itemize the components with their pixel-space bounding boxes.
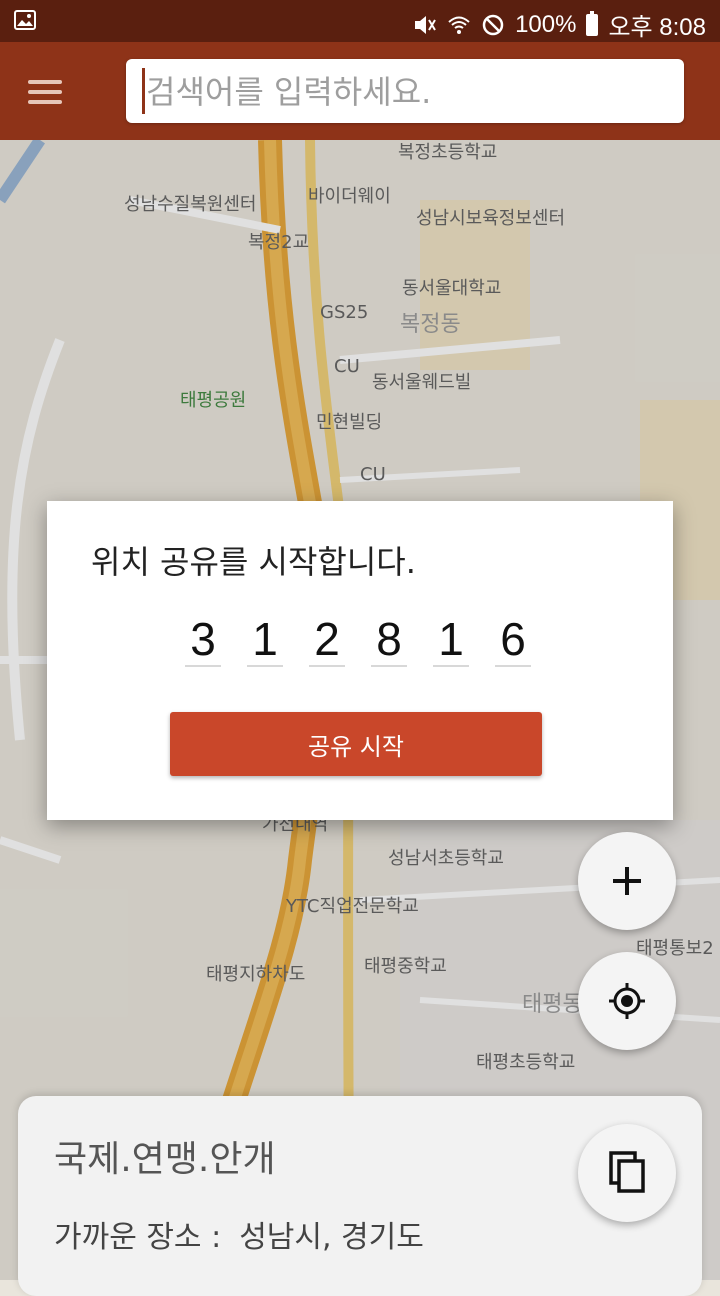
map-label: 복정동 [400,312,461,337]
map-label: CU [360,464,386,485]
map-label: 동서울웨드빌 [372,372,472,393]
code-digit: 3 [185,613,221,667]
map-label: 태평중학교 [364,956,447,977]
crosshair-icon [609,983,645,1019]
do-not-disturb-icon [481,13,505,37]
app-bar [0,42,720,140]
map-label: 성남서초등학교 [388,848,504,869]
map-label: GS25 [320,302,369,323]
map-label: 바이더웨이 [308,186,391,207]
nearby-value: 성남시, 경기도 [239,1220,424,1255]
map-label: CU [334,356,360,377]
map-label: 태평초등학교 [476,1052,576,1073]
map-label: YTC직업전문학교 [286,896,419,917]
code-digit: 6 [495,613,531,667]
search-input[interactable] [126,59,668,125]
mute-icon [413,13,437,37]
location-words: 국제.연맹.안개 [54,1139,276,1180]
menu-button[interactable] [28,74,68,108]
battery-percent: 100% [515,10,577,38]
code-digit: 1 [247,613,283,667]
status-bar: 100% 오후 8:08 [0,0,720,42]
map-label: 태평동 [522,992,583,1017]
map-label: 민현빌딩 [316,412,383,433]
copy-button[interactable] [578,1124,676,1222]
gallery-notification-icon [14,9,38,31]
map-label: 태평지하차도 [206,964,306,985]
search-box[interactable] [126,59,684,125]
status-icons: 100% 오후 8:08 [413,7,706,42]
code-digit: 1 [433,613,469,667]
map-label: 복정2교 [248,232,310,253]
my-location-button[interactable] [578,952,676,1050]
map-label: 태평공원 [180,390,247,411]
hamburger-icon [28,80,62,84]
map-label: 복정초등학교 [398,142,498,163]
code-digit: 2 [309,613,345,667]
copy-icon [609,1151,645,1193]
clock: 오후 8:08 [608,14,706,41]
dialog-title: 위치 공유를 시작합니다. [91,543,416,581]
zoom-in-button[interactable] [578,832,676,930]
nearby-place: 가까운 장소 : 성남시, 경기도 [54,1212,424,1256]
map-label: 성남시보육정보센터 [416,208,566,229]
code-digit: 8 [371,613,407,667]
battery-icon [586,10,599,36]
plus-icon [613,867,641,895]
map-label: 성남수질복원센터 [124,194,257,215]
text-cursor [142,68,145,114]
map-label: 동서울대학교 [402,278,502,299]
share-location-dialog: 위치 공유를 시작합니다. 3 1 2 8 1 6 공유 시작 [47,501,673,820]
nearby-label: 가까운 장소 : [54,1220,222,1255]
share-code: 3 1 2 8 1 6 [185,613,531,667]
wifi-icon [447,13,471,37]
start-sharing-button[interactable]: 공유 시작 [170,712,542,776]
